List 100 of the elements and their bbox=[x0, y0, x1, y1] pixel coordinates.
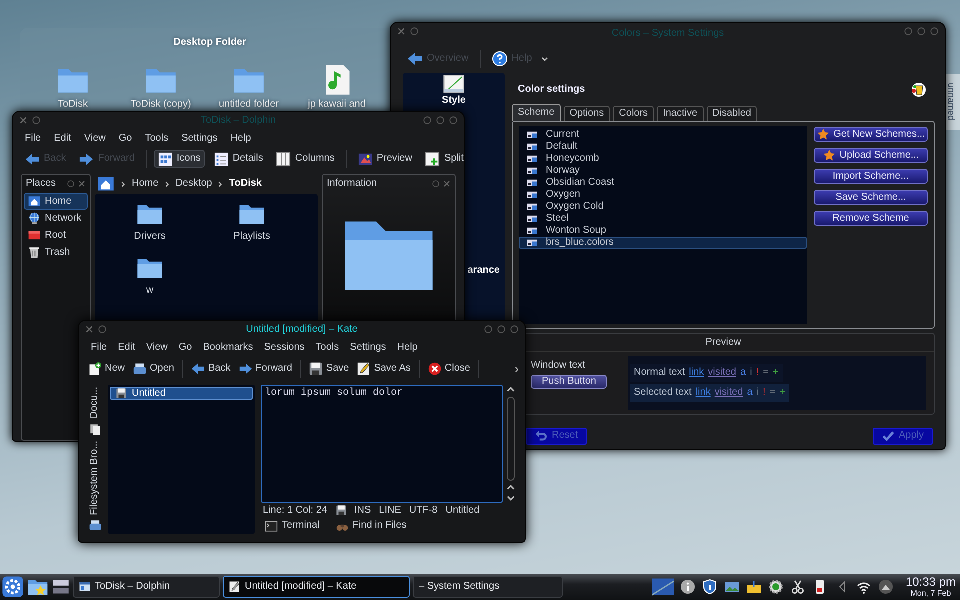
pencil-icon bbox=[229, 581, 241, 593]
tab[interactable]: Scheme bbox=[512, 104, 561, 121]
scheme-item[interactable]: Oxygen Cold bbox=[519, 201, 807, 213]
preview-link[interactable]: link bbox=[689, 367, 704, 379]
window-button-icon bbox=[98, 325, 107, 334]
preview-sample: + bbox=[772, 367, 779, 379]
menu-item[interactable]: Tools bbox=[145, 133, 169, 145]
sidebar-item[interactable]: arance bbox=[468, 265, 500, 277]
menu-item[interactable]: File bbox=[91, 342, 108, 354]
tool-view-tab[interactable]: Find in Files bbox=[332, 517, 411, 535]
places-item[interactable]: Home bbox=[24, 193, 88, 210]
scrollbar[interactable] bbox=[507, 397, 515, 481]
breadcrumb-item[interactable]: ToDisk bbox=[229, 178, 262, 190]
preview-link[interactable]: visited bbox=[714, 387, 744, 399]
breadcrumb-item[interactable]: Home bbox=[132, 178, 159, 190]
menu-item[interactable]: Edit bbox=[54, 133, 72, 145]
toolbar-button[interactable]: Columns bbox=[272, 150, 339, 168]
toolbar-button[interactable]: Save bbox=[306, 360, 352, 378]
overflow-button[interactable]: › bbox=[515, 362, 519, 376]
pencil-icon bbox=[357, 362, 372, 376]
toolbar-button[interactable]: Save As bbox=[354, 360, 414, 378]
menu-item[interactable]: Go bbox=[178, 342, 192, 354]
scheme-item[interactable]: brs_blue.colors bbox=[519, 237, 807, 249]
taskbar-task[interactable]: ToDisk – Dolphin bbox=[73, 576, 220, 598]
new-document-icon bbox=[88, 362, 102, 376]
terminal-icon bbox=[265, 520, 278, 532]
menu-item[interactable]: Settings bbox=[350, 342, 386, 354]
file-name[interactable]: w bbox=[146, 285, 154, 297]
scheme-button[interactable]: Get New Schemes... bbox=[814, 127, 928, 142]
sidebar-item[interactable]: Style bbox=[442, 95, 466, 107]
color-scheme-icon bbox=[524, 202, 540, 212]
menu-item[interactable]: Help bbox=[397, 342, 418, 354]
toolbar-button[interactable]: Open bbox=[130, 360, 178, 378]
preview-link[interactable]: visited bbox=[708, 367, 736, 379]
menu-item[interactable]: Bookmarks bbox=[203, 342, 254, 354]
scheme-item[interactable]: Steel bbox=[519, 213, 807, 225]
toolbar-button[interactable]: New bbox=[85, 360, 128, 378]
preview-label: Window text bbox=[531, 360, 586, 372]
places-item[interactable]: Network bbox=[24, 210, 88, 227]
color-scheme-icon bbox=[524, 130, 540, 140]
tab[interactable]: Colors bbox=[613, 106, 654, 121]
undo-icon bbox=[535, 430, 548, 442]
places-item[interactable]: Root bbox=[24, 227, 88, 244]
toolbar-button[interactable]: Split bbox=[421, 150, 464, 168]
scheme-item[interactable]: Wonton Soup bbox=[519, 225, 807, 237]
scheme-item[interactable]: Obsidian Coast bbox=[519, 177, 807, 189]
back-arrow-icon bbox=[25, 152, 40, 166]
menu-item[interactable]: Help bbox=[230, 133, 252, 145]
menu-item[interactable]: Tools bbox=[316, 342, 340, 354]
toolbar-button[interactable]: Back bbox=[188, 360, 234, 378]
color-scheme-icon bbox=[524, 190, 540, 200]
close-icon bbox=[397, 27, 406, 36]
scheme-item[interactable]: Norway bbox=[519, 165, 807, 177]
menu-item[interactable]: Sessions bbox=[264, 342, 305, 354]
file-name[interactable]: Drivers bbox=[134, 231, 166, 243]
toolbar-button[interactable]: Close bbox=[424, 360, 474, 378]
toolbar-button[interactable]: Forward bbox=[236, 360, 296, 378]
tab[interactable]: Inactive bbox=[657, 106, 704, 121]
scheme-item[interactable]: Current bbox=[519, 129, 807, 141]
push-button[interactable]: Push Button bbox=[531, 375, 608, 389]
side-tab[interactable]: Filesystem Bro... bbox=[89, 440, 101, 516]
menu-item[interactable]: Settings bbox=[182, 133, 218, 145]
toolbar-button[interactable]: Preview bbox=[354, 150, 416, 168]
menu-item[interactable]: View bbox=[146, 342, 168, 354]
menu-item[interactable]: Edit bbox=[118, 342, 136, 354]
window-button-icon bbox=[410, 27, 419, 36]
menu-item[interactable]: File bbox=[25, 133, 42, 145]
tab[interactable]: Options bbox=[564, 106, 610, 121]
scheme-item[interactable]: Honeycomb bbox=[519, 153, 807, 165]
tab[interactable]: Disabled bbox=[706, 106, 758, 121]
toolbar-button[interactable]: Icons bbox=[154, 150, 205, 168]
scheme-button[interactable]: Save Scheme... bbox=[814, 190, 928, 205]
places-item[interactable]: Trash bbox=[24, 244, 88, 261]
scheme-button[interactable]: Remove Scheme bbox=[814, 211, 928, 226]
scheme-button[interactable]: Upload Scheme... bbox=[814, 148, 928, 163]
taskbar-task[interactable]: – System Settings bbox=[413, 576, 563, 598]
encoding: UTF-8 bbox=[409, 504, 438, 516]
scheme-item[interactable]: Default bbox=[519, 141, 807, 153]
taskbar-task[interactable]: Untitled [modified] – Kate bbox=[223, 576, 410, 598]
chevron-right-icon bbox=[120, 180, 127, 188]
file-name[interactable]: Playlists bbox=[234, 231, 270, 243]
scheme-button[interactable]: Import Scheme... bbox=[814, 169, 928, 184]
menu-item[interactable]: Go bbox=[118, 133, 132, 145]
toolbar-button[interactable]: Details bbox=[210, 150, 268, 168]
color-scheme-icon bbox=[524, 166, 540, 176]
preview-link[interactable]: link bbox=[696, 387, 711, 399]
text-editor[interactable]: lorum ipsum solum dolor bbox=[261, 385, 503, 503]
side-tab[interactable]: Docu... bbox=[89, 387, 101, 419]
home-icon bbox=[28, 195, 41, 208]
scheme-item[interactable]: Oxygen bbox=[519, 189, 807, 201]
tool-view-tab[interactable]: Terminal bbox=[261, 517, 324, 535]
preview-sample: a bbox=[747, 387, 753, 399]
checkmark-icon bbox=[882, 430, 895, 442]
close-icon bbox=[78, 180, 86, 188]
preview-sample: i bbox=[750, 367, 752, 379]
menu-item[interactable]: View bbox=[84, 133, 106, 145]
home-icon bbox=[97, 175, 115, 193]
document-item[interactable]: Untitled bbox=[110, 387, 253, 400]
chevron-right-icon bbox=[217, 180, 224, 188]
breadcrumb-item[interactable]: Desktop bbox=[176, 178, 212, 190]
